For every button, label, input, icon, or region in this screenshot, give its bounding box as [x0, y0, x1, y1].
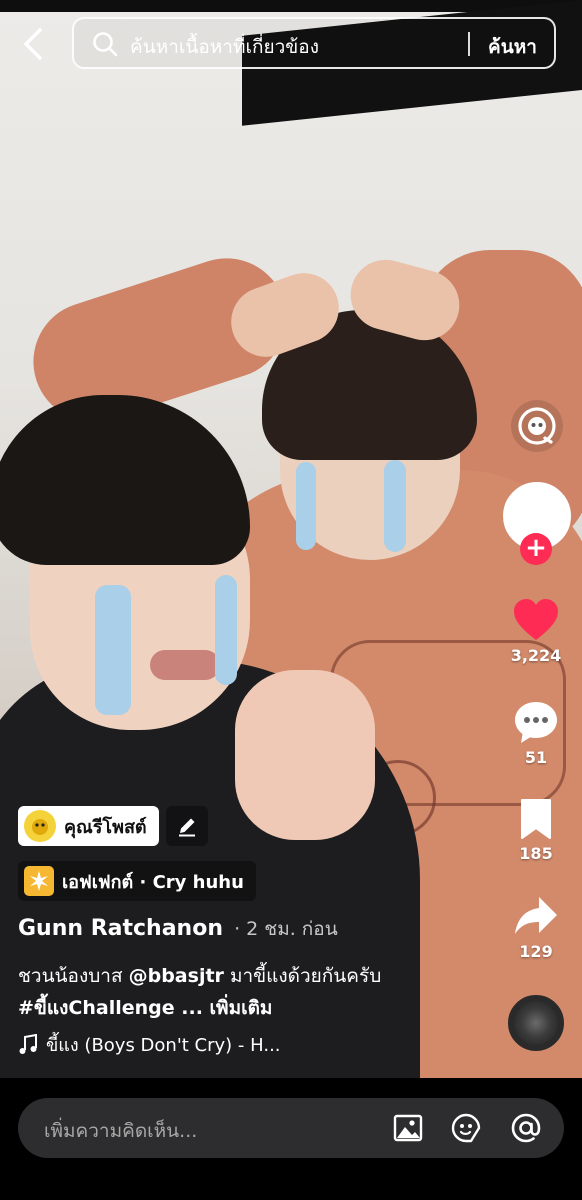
search-icon — [92, 31, 118, 57]
caption-text: มาขี้แงด้วยกันครับ — [223, 965, 382, 987]
pencil-icon — [179, 818, 195, 837]
hashtag-link[interactable]: #ขี้แงChallenge — [18, 997, 175, 1019]
comment-bar: เพิ่มความคิดเห็น... — [0, 1078, 582, 1200]
comment-button[interactable]: 51 — [506, 700, 566, 767]
heart-icon — [514, 599, 558, 640]
share-button[interactable]: 129 — [506, 894, 566, 961]
comment-count: 51 — [524, 748, 548, 767]
comment-placeholder: เพิ่มความคิดเห็น... — [44, 1120, 198, 1142]
video-tear-effect — [215, 575, 237, 685]
video-tear-effect — [384, 460, 406, 552]
repost-tag[interactable]: คุณรีโพสต์ — [18, 806, 159, 846]
music-info[interactable]: ขี้แง (Boys Don't Cry) - H... — [18, 1030, 281, 1059]
mention-at-icon[interactable] — [510, 1112, 542, 1144]
edit-repost-button[interactable] — [166, 806, 208, 846]
search-bar[interactable]: ค้นหาเนื้อหาที่เกี่ยวข้อง ค้นหา — [72, 17, 556, 69]
video-mouth — [150, 650, 220, 680]
video-caption: ชวนน้องบาส @bbasjtr มาขี้แงด้วยกันครับ #… — [18, 960, 488, 1024]
sticker-icon[interactable] — [450, 1112, 482, 1144]
post-time: · 2 ชม. ก่อน — [234, 918, 338, 940]
music-disc-icon[interactable] — [508, 995, 564, 1051]
search-divider — [468, 32, 470, 56]
bookmark-icon — [521, 799, 551, 839]
effect-label: เอฟเฟกต์ · Cry huhu — [62, 871, 244, 893]
music-note-icon — [19, 1033, 37, 1054]
video-fist — [235, 670, 375, 840]
save-count: 185 — [519, 844, 553, 863]
effect-thumbnail-icon — [24, 866, 54, 896]
author-name[interactable]: Gunn Ratchanon — [18, 916, 223, 941]
video-tear-effect — [296, 462, 316, 550]
caption-ellipsis: ... — [174, 997, 210, 1019]
comment-input[interactable]: เพิ่มความคิดเห็น... — [18, 1098, 564, 1158]
effect-icon[interactable] — [511, 400, 563, 452]
video-screen: ค้นหาเนื้อหาที่เกี่ยวข้อง ค้นหา + 3,224 … — [0, 0, 582, 1200]
effect-tag[interactable]: เอฟเฟกต์ · Cry huhu — [18, 861, 256, 901]
share-arrow-icon — [515, 897, 557, 934]
mention-link[interactable]: @bbasjtr — [129, 965, 224, 987]
caption-text: ชวนน้องบาส — [18, 965, 129, 987]
image-picker-icon[interactable] — [392, 1112, 424, 1144]
search-button[interactable]: ค้นหา — [488, 32, 537, 62]
repost-avatar — [24, 810, 56, 842]
back-arrow-icon[interactable] — [18, 26, 50, 62]
see-more-link[interactable]: เพิ่มเติม — [210, 997, 273, 1019]
repost-label: คุณรีโพสต์ — [64, 816, 147, 838]
like-button[interactable]: 3,224 — [506, 598, 566, 665]
music-title: ขี้แง (Boys Don't Cry) - H... — [46, 1035, 281, 1056]
share-count: 129 — [519, 942, 553, 961]
like-count: 3,224 — [510, 646, 562, 665]
follow-plus-icon[interactable]: + — [520, 533, 552, 565]
comment-bubble-icon — [515, 702, 557, 743]
video-hair — [0, 395, 250, 565]
author-line: Gunn Ratchanon · 2 ชม. ก่อน — [18, 914, 338, 944]
save-button[interactable]: 185 — [506, 798, 566, 863]
video-tear-effect — [95, 585, 131, 715]
search-input[interactable]: ค้นหาเนื้อหาที่เกี่ยวข้อง — [130, 32, 319, 62]
